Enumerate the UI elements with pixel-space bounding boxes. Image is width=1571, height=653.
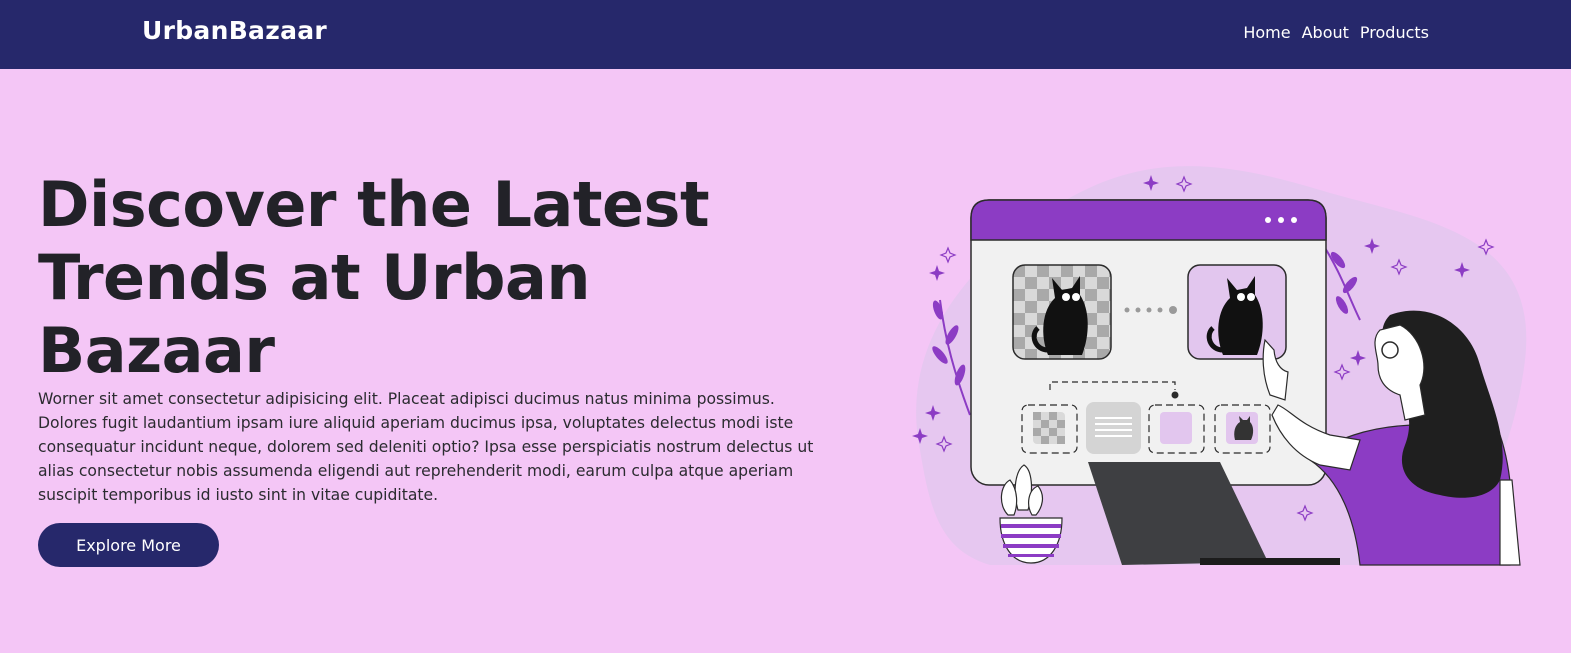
nav-link-products[interactable]: Products (1360, 23, 1429, 42)
nav-link-home[interactable]: Home (1243, 23, 1290, 42)
hero-illustration (912, 166, 1527, 566)
nav-links: Home About Products (1243, 23, 1429, 42)
brand-logo[interactable]: UrbanBazaar (142, 16, 327, 45)
nav-link-about[interactable]: About (1302, 23, 1349, 42)
explore-more-button[interactable]: Explore More (38, 523, 219, 567)
window-menu-dots-icon (1265, 217, 1297, 223)
editor-window (970, 199, 1327, 486)
cat-result-card (1187, 264, 1287, 360)
hero-description: Worner sit amet consectetur adipisicing … (38, 390, 814, 504)
hero-title: Discover the Latest Trends at Urban Baza… (38, 168, 710, 387)
navbar: UrbanBazaar Home About Products (0, 0, 1571, 69)
checker-thumbnail-icon (1033, 412, 1065, 444)
